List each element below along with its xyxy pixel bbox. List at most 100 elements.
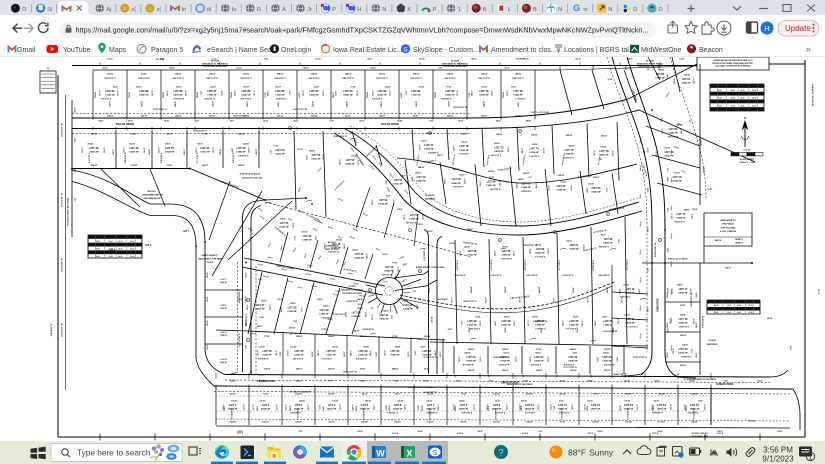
svg-text:LOT 41: LOT 41 (380, 313, 389, 317)
svg-text:(1): (1) (47, 68, 50, 70)
svg-text:125.07': 125.07' (481, 116, 488, 118)
svg-text:150.00': 150.00' (372, 155, 377, 161)
svg-text:SCALE IN FEET: SCALE IN FEET (740, 158, 755, 161)
svg-text:LOT 1: LOT 1 (220, 279, 227, 281)
svg-text:S 89°37'02" W: S 89°37'02" W (406, 223, 417, 225)
svg-text:K: K (407, 7, 411, 13)
svg-text:64.37': 64.37' (616, 356, 619, 361)
svg-text:115.00': 115.00' (648, 267, 650, 273)
svg-text:120.00': 120.00' (367, 91, 369, 98)
svg-text:S 77°37'38" E: S 77°37'38" E (197, 153, 199, 163)
svg-text:18200 SF: 18200 SF (358, 355, 368, 357)
svg-text:125.00': 125.00' (523, 381, 529, 383)
svg-text:17028 SF: 17028 SF (403, 309, 413, 311)
svg-text:##.##: ##.## (752, 105, 756, 107)
svg-text:120.00': 120.00' (587, 401, 593, 403)
svg-text:148.00': 148.00' (665, 91, 671, 98)
svg-text:LOT 66: LOT 66 (557, 184, 566, 188)
svg-text:16264 SF: 16264 SF (678, 322, 688, 325)
svg-text:115.00': 115.00' (257, 207, 263, 212)
svg-text:LOT 47: LOT 47 (280, 222, 289, 225)
svg-text:N 89°37'02" E: N 89°37'02" E (172, 78, 184, 80)
svg-text:120.00': 120.00' (317, 299, 323, 301)
svg-text:148.00': 148.00' (289, 405, 292, 411)
svg-text:148.00': 148.00' (684, 74, 690, 77)
svg-text:120.00': 120.00' (263, 121, 269, 123)
svg-text:130.00': 130.00' (474, 404, 476, 410)
svg-text:125.00': 125.00' (423, 381, 429, 383)
svg-text:N 00°22'58" W: N 00°22'58" W (703, 316, 705, 328)
svg-text:135.00': 135.00' (620, 405, 622, 411)
svg-text:##.##: ##.## (749, 305, 753, 307)
svg-text:150.00': 150.00' (502, 247, 508, 249)
svg-text:125.07': 125.07' (405, 404, 407, 410)
svg-text:150.00': 150.00' (398, 266, 400, 272)
svg-text:17496 SF: 17496 SF (513, 94, 523, 97)
svg-text:125.07': 125.07' (692, 213, 694, 219)
svg-text:77.50': 77.50' (559, 401, 564, 403)
svg-text:125.00': 125.00' (417, 224, 423, 226)
svg-text:DEDICATED TO THE PUBLIC: DEDICATED TO THE PUBLIC (442, 62, 469, 65)
svg-text:77.50': 77.50' (328, 381, 333, 383)
svg-text:S 74°37'02" E: S 74°37'02" E (563, 274, 575, 277)
svg-text:64.37': 64.37' (724, 380, 729, 383)
svg-text:18200 SF: 18200 SF (676, 218, 686, 220)
svg-text:125.00': 125.00' (702, 167, 704, 174)
svg-text:120.00': 120.00' (196, 147, 198, 153)
svg-text:150.00': 150.00' (403, 301, 409, 303)
svg-text:Iowa Real Estate Lic...: Iowa Real Estate Lic... (333, 47, 403, 54)
svg-text:150.00': 150.00' (246, 272, 248, 278)
svg-text:125.07': 125.07' (640, 305, 643, 311)
svg-text:135.00': 135.00' (493, 394, 500, 396)
svg-text:LOT 40: LOT 40 (352, 311, 361, 315)
svg-text:B: B (533, 7, 537, 13)
svg-text:S 74°37'02" E: S 74°37'02" E (101, 98, 111, 101)
svg-text:N 00°22'58" W: N 00°22'58" W (362, 329, 374, 331)
svg-text:135.00': 135.00' (660, 116, 664, 122)
svg-text:125.00': 125.00' (535, 353, 541, 355)
svg-text:130.00': 130.00' (657, 431, 663, 433)
svg-text:SCALE: 1" = 100': SCALE: 1" = 100' (739, 161, 755, 164)
svg-text:7500 SF: 7500 SF (220, 362, 228, 364)
svg-text:130.00': 130.00' (107, 59, 113, 61)
svg-text:MATCH: MATCH (715, 239, 722, 242)
svg-text:125.07': 125.07' (460, 250, 462, 256)
svg-text:64.37': 64.37' (583, 244, 586, 249)
svg-text:N 89°37'02" E: N 89°37'02" E (633, 357, 647, 359)
svg-text:135.00': 135.00' (385, 350, 387, 356)
svg-text:##.##: ##.## (130, 256, 134, 258)
svg-text:125.07': 125.07' (426, 401, 432, 403)
svg-text:N: N (382, 7, 386, 13)
svg-text:135.00': 135.00' (680, 365, 687, 367)
svg-text:115.00': 115.00' (503, 353, 509, 355)
svg-text:115.00': 115.00' (149, 149, 151, 155)
svg-text:LOT 53: LOT 53 (276, 148, 285, 152)
svg-text:115.00': 115.00' (674, 173, 680, 175)
svg-text:15000 SF: 15000 SF (424, 149, 434, 151)
svg-text:150.00': 150.00' (298, 186, 302, 192)
svg-text:150.00': 150.00' (418, 87, 424, 89)
svg-text:S 89°37'02" W: S 89°37'02" W (578, 175, 592, 179)
svg-text:135.00': 135.00' (453, 145, 455, 151)
svg-text:LOT 60: LOT 60 (536, 248, 545, 251)
svg-text:115.00': 115.00' (491, 90, 493, 96)
svg-text:148.00': 148.00' (570, 348, 577, 351)
svg-text:77.50': 77.50' (406, 90, 408, 95)
svg-text:C6: C6 (689, 121, 691, 123)
svg-text:120.00': 120.00' (528, 320, 530, 326)
svg-text:120.00': 120.00' (315, 59, 321, 61)
svg-text:135.00': 135.00' (592, 422, 599, 424)
svg-text:3:56 PM: 3:56 PM (763, 446, 793, 455)
svg-text:77.50': 77.50' (511, 87, 516, 89)
svg-text:S 89°37'02" W: S 89°37'02" W (691, 293, 693, 307)
svg-text:150.00': 150.00' (382, 281, 388, 284)
svg-text:14674 SF: 14674 SF (625, 322, 635, 325)
svg-text:TEGAN DRIVE: TEGAN DRIVE (116, 122, 135, 126)
svg-text:148.00': 148.00' (267, 256, 273, 260)
svg-text:LOT 74: LOT 74 (529, 147, 539, 151)
svg-text:17028 SF: 17028 SF (287, 311, 297, 313)
svg-text:64.37': 64.37' (221, 90, 224, 95)
svg-text:135.00': 135.00' (693, 318, 695, 324)
svg-text:115.00': 115.00' (459, 175, 465, 177)
svg-text:125.07': 125.07' (421, 141, 427, 143)
